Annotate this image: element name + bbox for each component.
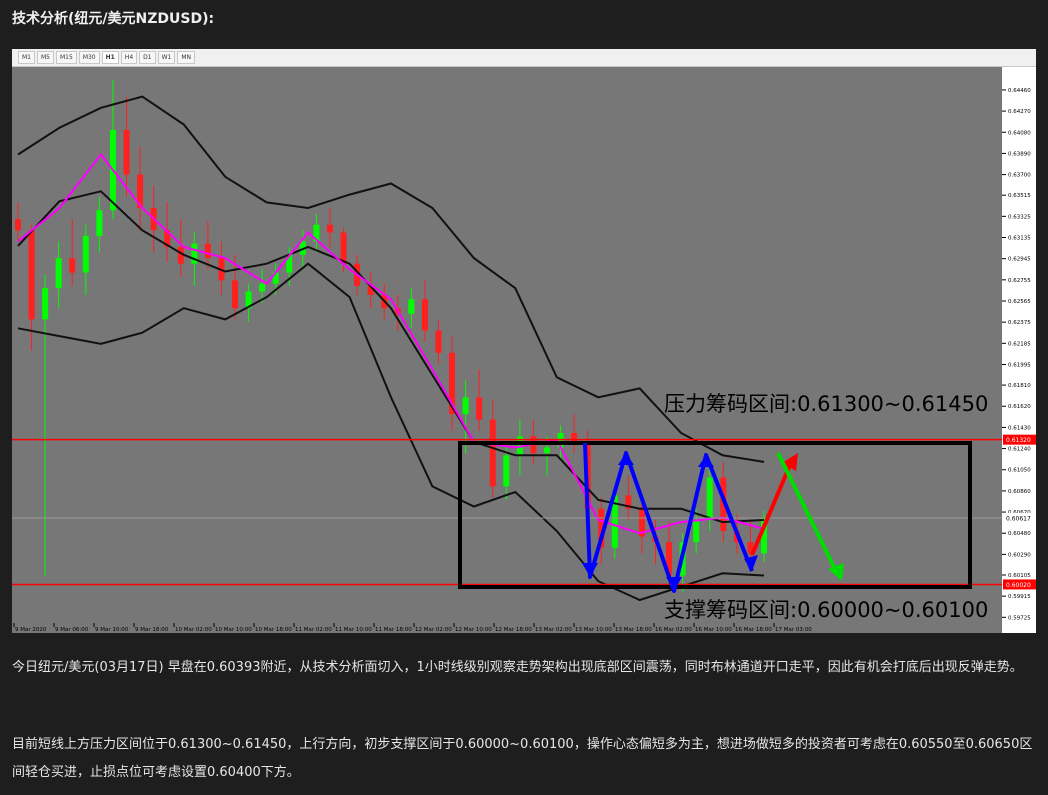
x-tick-label: 16 Mar 02:00 [655, 627, 692, 633]
timeframe-button-d1[interactable]: D1 [139, 51, 156, 64]
x-tick-label: 9 Mar 06:00 [55, 627, 89, 633]
bull-candle [462, 397, 469, 415]
bear-candle [435, 330, 442, 353]
bear-candle [476, 397, 483, 420]
y-tick-label: 0.62565 [1008, 299, 1031, 305]
bear-candle [340, 232, 347, 264]
x-tick-label: 11 Mar 18:00 [375, 627, 412, 633]
bull-candle [503, 455, 510, 487]
y-tick-label: 0.62945 [1008, 257, 1031, 263]
bear-candle [69, 258, 76, 273]
y-tick-label: 0.62755 [1008, 278, 1031, 284]
bear-candle [15, 219, 21, 231]
x-tick-label: 9 Mar 10:00 [95, 627, 129, 633]
bear-candle [123, 130, 130, 175]
price-chart: 压力筹码区间:0.61300~0.61450 支撑筹码区间:0.60000~0.… [12, 67, 1036, 633]
x-tick-label: 12 Mar 10:00 [455, 627, 492, 633]
y-tick-label: 0.64080 [1008, 130, 1031, 136]
bull-candle [42, 288, 49, 320]
y-tick-label: 0.62375 [1008, 320, 1031, 326]
bull-candle [408, 299, 415, 314]
x-tick-label: 9 Mar 2020 [15, 627, 47, 633]
resistance-zone-annotation: 压力筹码区间:0.61300~0.61450 [664, 392, 988, 416]
x-tick-label: 9 Mar 18:00 [135, 627, 169, 633]
y-tick-label: 0.60480 [1008, 531, 1031, 537]
bull-candle [259, 283, 266, 292]
y-tick-label: 0.63700 [1008, 173, 1031, 179]
bull-candle [82, 235, 89, 273]
timeframe-button-mn[interactable]: MN [177, 51, 196, 64]
y-tick-label: 0.64270 [1008, 109, 1031, 115]
bull-candle [55, 258, 62, 289]
timeframe-toolbar: M1 M5 M15 M30 H1 H4 D1 W1 MN [12, 49, 1036, 67]
y-tick-label: 0.59725 [1008, 615, 1031, 621]
bear-candle [571, 432, 578, 442]
y-tick-label: 0.60290 [1008, 552, 1031, 558]
current-price-tag: 0.60617 [1006, 515, 1031, 522]
y-tick-label: 0.59915 [1008, 594, 1031, 600]
x-tick-label: 11 Mar 02:00 [295, 627, 332, 633]
bear-candle [232, 280, 239, 309]
y-tick-label: 0.61810 [1008, 383, 1031, 389]
x-tick-label: 12 Mar 02:00 [415, 627, 452, 633]
timeframe-button-m1[interactable]: M1 [18, 51, 35, 64]
bear-candle [421, 299, 428, 331]
x-tick-label: 11 Mar 10:00 [335, 627, 372, 633]
x-tick-label: 16 Mar 10:00 [695, 627, 732, 633]
support-price-tag: 0.60020 [1006, 582, 1031, 589]
x-tick-label: 17 Mar 03:00 [775, 627, 812, 633]
x-tick-label: 13 Mar 02:00 [535, 627, 572, 633]
y-tick-label: 0.63515 [1008, 193, 1031, 199]
y-tick-label: 0.62185 [1008, 341, 1031, 347]
timeframe-button-w1[interactable]: W1 [157, 51, 176, 64]
analysis-paragraph-1: 今日纽元/美元(03月17日) 早盘在0.60393附近，从技术分析面切入，1小… [12, 660, 1023, 675]
bull-candle [543, 447, 550, 454]
chart-frame: M1 M5 M15 M30 H1 H4 D1 W1 MN 压力筹码区间:0.61300~0.61… [12, 49, 1036, 633]
y-tick-label: 0.61430 [1008, 425, 1031, 431]
page-title: 技术分析(纽元/美元NZDUSD): [12, 11, 215, 27]
bear-candle [326, 224, 333, 233]
x-tick-label: 13 Mar 18:00 [615, 627, 652, 633]
y-tick-label: 0.60105 [1008, 573, 1031, 579]
x-tick-label: 10 Mar 02:00 [175, 627, 212, 633]
bull-candle [693, 519, 700, 543]
y-tick-label: 0.61620 [1008, 404, 1031, 410]
y-tick-label: 0.63325 [1008, 214, 1031, 220]
analysis-paragraph-2: 目前短线上方压力区间位于0.61300~0.61450，上行方向，初步支撑区间于… [12, 737, 1033, 780]
x-tick-label: 10 Mar 18:00 [255, 627, 292, 633]
timeframe-button-m30[interactable]: M30 [78, 51, 100, 64]
resistance-price-tag: 0.61320 [1006, 437, 1031, 444]
bear-candle [489, 419, 496, 487]
timeframe-button-m5[interactable]: M5 [37, 51, 54, 64]
y-tick-label: 0.60860 [1008, 489, 1031, 495]
timeframe-button-h4[interactable]: H4 [120, 51, 138, 64]
y-tick-label: 0.63135 [1008, 236, 1031, 242]
bull-candle [96, 210, 103, 236]
x-tick-label: 16 Mar 18:00 [735, 627, 772, 633]
x-tick-label: 13 Mar 10:00 [575, 627, 612, 633]
y-tick-label: 0.63890 [1008, 151, 1031, 157]
y-tick-label: 0.61995 [1008, 362, 1031, 368]
y-tick-label: 0.64460 [1008, 88, 1031, 94]
support-zone-annotation: 支撑筹码区间:0.60000~0.60100 [664, 598, 988, 622]
x-tick-label: 12 Mar 18:00 [495, 627, 532, 633]
bear-candle [204, 243, 211, 259]
timeframe-button-m15[interactable]: M15 [56, 51, 77, 64]
y-tick-label: 0.61240 [1008, 447, 1031, 453]
timeframe-button-h1[interactable]: H1 [101, 51, 119, 64]
bear-candle [28, 230, 35, 320]
plot-area [12, 67, 1002, 633]
y-tick-label: 0.61050 [1008, 468, 1031, 474]
bull-candle [706, 477, 713, 520]
x-tick-label: 10 Mar 10:00 [215, 627, 252, 633]
